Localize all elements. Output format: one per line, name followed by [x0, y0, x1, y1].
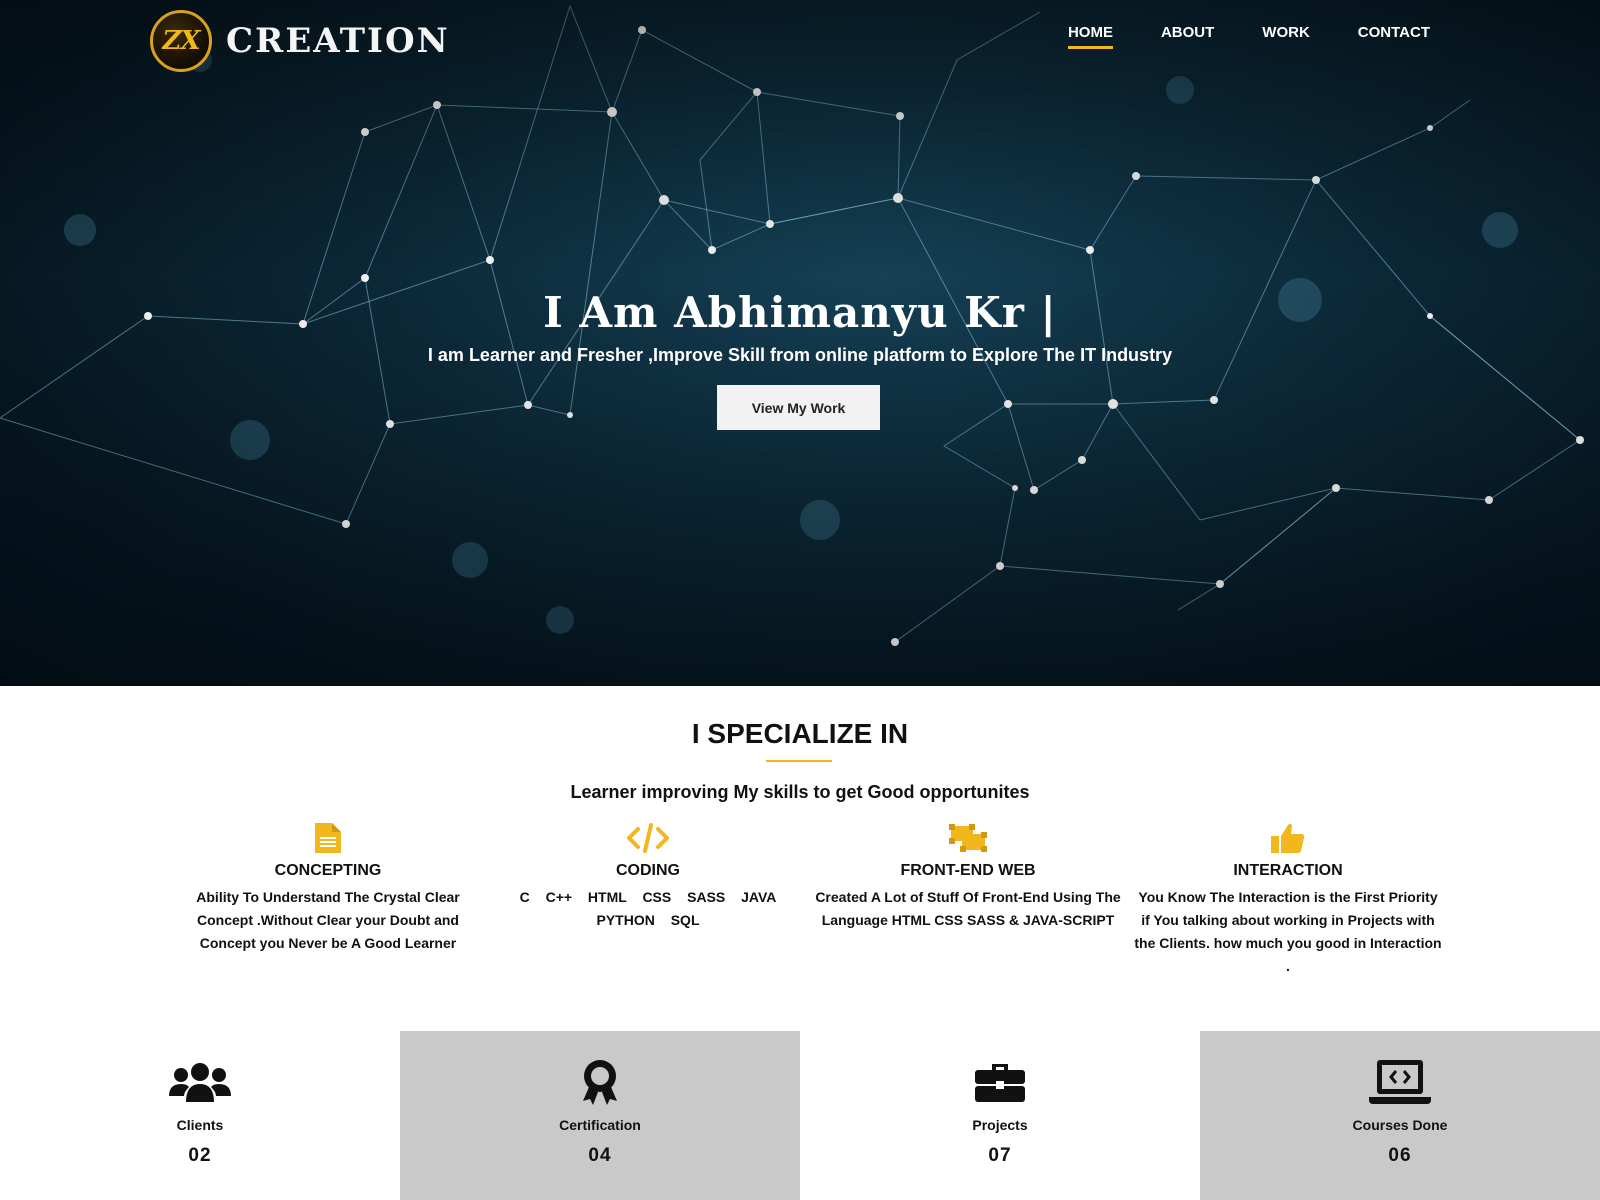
nav-about[interactable]: ABOUT	[1161, 24, 1214, 49]
feature-name: CONCEPTING	[274, 862, 382, 879]
stat-value: 02	[188, 1145, 212, 1166]
stat-label: Certification	[559, 1117, 641, 1133]
nav-contact[interactable]: CONTACT	[1358, 24, 1430, 49]
feature-coding: CODING C C++ HTML CSS SASS JAVA PYTHON S…	[488, 820, 808, 978]
feature-name: INTERACTION	[1233, 862, 1343, 879]
stat-label: Projects	[972, 1117, 1028, 1133]
object-ungroup-icon	[814, 820, 1122, 856]
hero-overlay	[0, 0, 1600, 686]
feature-name: CODING	[616, 862, 680, 879]
award-icon	[400, 1059, 800, 1105]
brand-logo[interactable]: ZX CREATION	[150, 10, 450, 72]
specialize-title: I SPECIALIZE IN	[691, 718, 909, 749]
feature-desc: Created A Lot of Stuff Of Front-End Usin…	[815, 889, 1121, 928]
feature-interaction: INTERACTION You Know The Interaction is …	[1128, 820, 1448, 978]
users-icon	[0, 1059, 400, 1105]
main-nav: HOME ABOUT WORK CONTACT	[1067, 24, 1430, 49]
feature-front-end-web: FRONT-END WEB Created A Lot of Stuff Of …	[808, 820, 1128, 978]
hero-subtitle: I am Learner and Fresher ,Improve Skill …	[427, 345, 1173, 365]
briefcase-icon	[800, 1059, 1200, 1105]
stats-row: Clients 02 Certification 04 Projects 07 …	[0, 1031, 1600, 1200]
laptop-code-icon	[1200, 1059, 1600, 1105]
document-icon	[174, 820, 482, 856]
logo-text: CREATION	[226, 21, 450, 61]
hero-section: ZX CREATION HOME ABOUT WORK CONTACT I Am…	[0, 0, 1600, 686]
thumbs-up-icon	[1134, 820, 1442, 856]
stat-value: 06	[1388, 1145, 1412, 1166]
stat-value: 07	[988, 1145, 1012, 1166]
feature-desc: C C++ HTML CSS SASS JAVA PYTHON SQL	[519, 889, 777, 928]
logo-badge: ZX	[150, 10, 212, 72]
feature-name: FRONT-END WEB	[900, 862, 1036, 879]
feature-concepting: CONCEPTING Ability To Understand The Cry…	[168, 820, 488, 978]
nav-work[interactable]: WORK	[1262, 24, 1310, 49]
title-underline	[766, 760, 832, 762]
stat-certification: Certification 04	[400, 1031, 800, 1200]
stat-value: 04	[588, 1145, 612, 1166]
specialize-subtitle: Learner improving My skills to get Good …	[570, 782, 1030, 802]
feature-desc: You Know The Interaction is the First Pr…	[1134, 889, 1442, 974]
features-row: CONCEPTING Ability To Understand The Cry…	[168, 820, 1448, 978]
code-icon	[494, 820, 802, 856]
stat-courses-done: Courses Done 06	[1200, 1031, 1600, 1200]
hero-title: I Am Abhimanyu Kr |	[543, 288, 1057, 337]
nav-home[interactable]: HOME	[1067, 24, 1113, 49]
stat-label: Courses Done	[1352, 1117, 1448, 1133]
stat-projects: Projects 07	[800, 1031, 1200, 1200]
feature-desc: Ability To Understand The Crystal Clear …	[196, 889, 460, 951]
view-my-work-button[interactable]: View My Work	[717, 385, 880, 430]
stat-clients: Clients 02	[0, 1031, 400, 1200]
stat-label: Clients	[176, 1117, 224, 1133]
